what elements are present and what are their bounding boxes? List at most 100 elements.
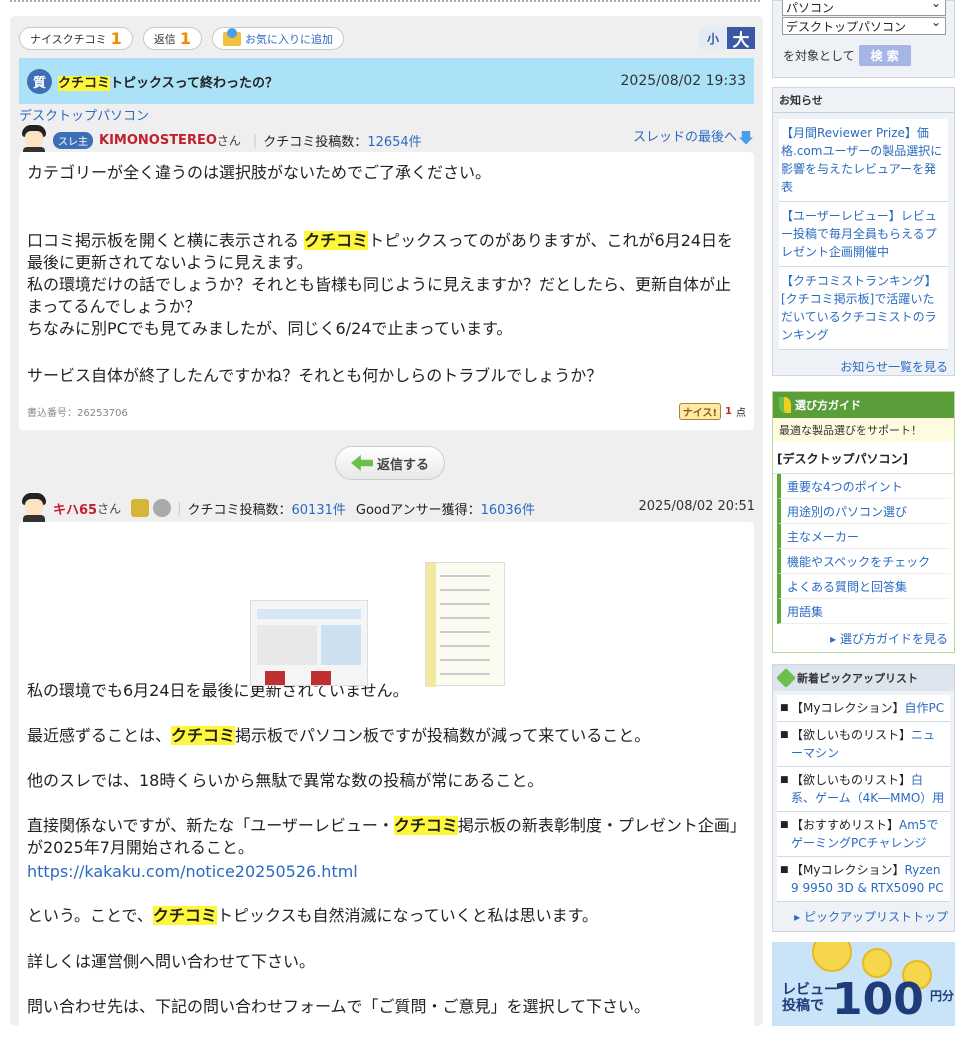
post2-l5b: トピックスも自然消滅になっていくと私は思います。 [216, 906, 599, 925]
post1-count-label: クチコミ投稿数： [263, 134, 368, 150]
pickup-link[interactable]: 自作PC [904, 701, 944, 715]
pencil-icon [776, 668, 796, 688]
title-highlight: クチコミ [58, 75, 111, 91]
post2-l6: 詳しくは運営側へ問い合わせて下さい。 [27, 952, 316, 971]
buying-guide-box: 選び方ガイド 最適な製品選びをサポート！ [デスクトップパソコン] 重要な4つの… [772, 391, 955, 653]
post2-l5: という。ことで、クチコミトピックスも自然消滅になっていくと私は思います。 [19, 905, 606, 927]
thread-date: 2025/08/02 19:33 [620, 73, 747, 89]
pickup-prefix: 【欲しいものリスト】 [791, 728, 912, 742]
thread-toolbar: ナイスクチコミ 1 返信 1 お気に入りに追加 [19, 27, 344, 51]
post1-username[interactable]: KIMONOSTEREO [99, 133, 217, 148]
post1-nice: ナイス! 1点 [678, 403, 746, 420]
thread-panel: ナイスクチコミ 1 返信 1 お気に入りに追加 小 大 質 クチコミトピックスって終… [10, 16, 763, 1042]
pickup-prefix: 【おすすめリスト】 [791, 818, 900, 832]
post2-l4: 直接関係ないですが、新たな「ユーザーレビュー・クチコミ掲示板の新表彰制度・プレゼ… [19, 815, 754, 859]
attached-image-1[interactable] [250, 600, 368, 686]
pickup-more-link[interactable]: ▸ ピックアップリストトップ [773, 902, 954, 931]
post1-p2a: 口コミ掲示板を開くと横に表示される [27, 231, 305, 250]
search-text: を対象として [783, 49, 855, 63]
guide-link[interactable]: 用途別のパソコン選び [777, 499, 950, 524]
reply-arrow-icon [350, 455, 373, 471]
guide-title: 選び方ガイド [795, 399, 861, 412]
reply-count: 1 [179, 29, 191, 48]
reply-button-label: 返信する [376, 457, 429, 473]
nice-points: 1 [725, 406, 732, 417]
post2-count-link[interactable]: 60131件 [292, 499, 346, 518]
banner-unit: 円分 [930, 989, 955, 1003]
post1-p2: 口コミ掲示板を開くと横に表示される クチコミトピックスってのがありますが、これが… [19, 230, 754, 340]
pickup-prefix: 【Myコレクション】 [791, 701, 905, 715]
font-small-button[interactable]: 小 [699, 27, 727, 49]
notice-url-link[interactable]: https://kakaku.com/notice20250526.html [19, 861, 366, 883]
nice-kuchikomi-button[interactable]: ナイスクチコミ 1 [19, 27, 133, 50]
post2-san: さん [97, 501, 122, 516]
question-badge: 質 [27, 68, 52, 94]
pickup-list-box: 新着ピックアップリスト 【Myコレクション】自作PC 【欲しいものリスト】ニュー… [772, 664, 955, 932]
guide-link[interactable]: 用語集 [777, 599, 950, 624]
reply-count-button[interactable]: 返信 1 [142, 27, 202, 50]
post2-highlight: クチコミ [171, 726, 236, 745]
news-more-link[interactable]: お知らせ一覧を見る [773, 350, 954, 383]
news-item[interactable]: 【ユーザーレビュー】レビュー投稿で毎月全員もらえるプレゼント企画開催中 [779, 202, 948, 267]
nice-label: ナイスクチコミ [30, 32, 107, 46]
post2-user-row: キハ65 さん | クチコミ投稿数： 60131件 Goodアンサー獲得： 16… [19, 492, 535, 524]
thread-title: クチコミトピックスって終わったの？ [58, 72, 278, 91]
avatar[interactable] [19, 125, 49, 155]
post2-l2a: 最近感ずることは、 [27, 726, 172, 745]
post2-l2b: 掲示板でパソコン板ですが投稿数が減って来ていること。 [235, 726, 651, 745]
pickup-prefix: 【Myコレクション】 [791, 863, 905, 877]
category-select[interactable]: パソコン [782, 0, 946, 16]
post1-body: カテゴリーが全く違うのは選択肢がないためでご了承ください。 口コミ掲示板を開くと… [19, 152, 754, 430]
nice-button[interactable]: ナイス! [678, 403, 722, 420]
post1-count-link[interactable]: 12654件 [367, 131, 421, 150]
pickup-item: 【おすすめリスト】Am5でゲーミングPCチャレンジ [777, 812, 950, 857]
review-campaign-banner[interactable]: レビュー 投稿で 100 円分 [772, 942, 955, 1026]
divider: | [177, 500, 182, 516]
good-answer-link[interactable]: 16036件 [481, 499, 535, 518]
subcategory-select[interactable]: デスクトップパソコン [782, 15, 946, 35]
pickup-more-label: ピックアップリストトップ [803, 910, 948, 924]
news-item[interactable]: 【クチコミストランキング】[クチコミ掲示板]で活躍いただいているクチコミストのラ… [779, 267, 948, 350]
post2-username[interactable]: キハ65 [53, 499, 97, 518]
guide-category: [デスクトップパソコン] [773, 442, 954, 474]
favorite-folder-icon [222, 27, 241, 46]
title-rest: トピックスって終わったの？ [110, 75, 278, 91]
pickup-item: 【Myコレクション】Ryzen 9 9950 3D & RTX5090 PC [777, 857, 950, 902]
search-button[interactable]: 検 索 [858, 45, 911, 66]
guide-link[interactable]: 主なメーカー [777, 524, 950, 549]
post2-l5a: という。ことで、 [27, 906, 153, 925]
pickup-item: 【Myコレクション】自作PC [777, 695, 950, 722]
font-large-button[interactable]: 大 [727, 27, 755, 51]
pickup-item: 【欲しいものリスト】ニューマシン [777, 722, 950, 767]
post2-highlight: クチコミ [393, 816, 458, 835]
post2-l3: 他のスレでは、18時くらいから無駄で異常な数の投稿が常にあること。 [27, 771, 544, 790]
post2-highlight: クチコミ [152, 906, 217, 925]
gold-medal-icon [131, 499, 150, 517]
coin-icon [812, 942, 852, 972]
guide-link[interactable]: よくある質問と回答集 [777, 574, 950, 599]
guide-more-link[interactable]: ▸ 選び方ガイドを見る [773, 624, 954, 653]
thread-last-link[interactable]: スレッドの最後へ [633, 126, 753, 145]
category-link[interactable]: デスクトップパソコン [19, 105, 149, 124]
thread-title-bar: 質 クチコミトピックスって終わったの？ 2025/08/02 19:33 [19, 58, 754, 104]
post-number: 書込番号：26253706 [27, 408, 128, 419]
post1-p3: サービス自体が終了したんですかね？それとも何かしらのトラブルでしょうか？ [27, 366, 603, 385]
guide-subtitle: 最適な製品選びをサポート！ [773, 418, 954, 442]
reply-button[interactable]: 返信する [335, 446, 445, 480]
nice-count: 1 [110, 29, 122, 48]
add-favorite-button[interactable]: お気に入りに追加 [211, 27, 344, 50]
silver-medal-icon [153, 499, 172, 517]
avatar[interactable] [19, 493, 49, 523]
news-item[interactable]: 【月間Reviewer Prize】価格.comユーザーの製品選択に影響を与えた… [779, 119, 948, 202]
beginner-mark-icon [779, 397, 791, 413]
guide-link[interactable]: 重要な4つのポイント [777, 474, 950, 499]
pickup-prefix: 【欲しいものリスト】 [791, 773, 912, 787]
attached-image-2[interactable] [425, 562, 505, 687]
reply-label: 返信 [153, 32, 176, 46]
pickup-title: 新着ピックアップリスト [797, 672, 918, 685]
guide-link[interactable]: 機能やスペックをチェック [777, 549, 950, 574]
guide-header: 選び方ガイド [773, 392, 954, 418]
post2-l4a: 直接関係ないですが、新たな「ユーザーレビュー・ [27, 816, 394, 835]
news-box: お知らせ 【月間Reviewer Prize】価格.comユーザーの製品選択に影… [772, 87, 955, 376]
nice-unit: 点 [736, 408, 746, 419]
